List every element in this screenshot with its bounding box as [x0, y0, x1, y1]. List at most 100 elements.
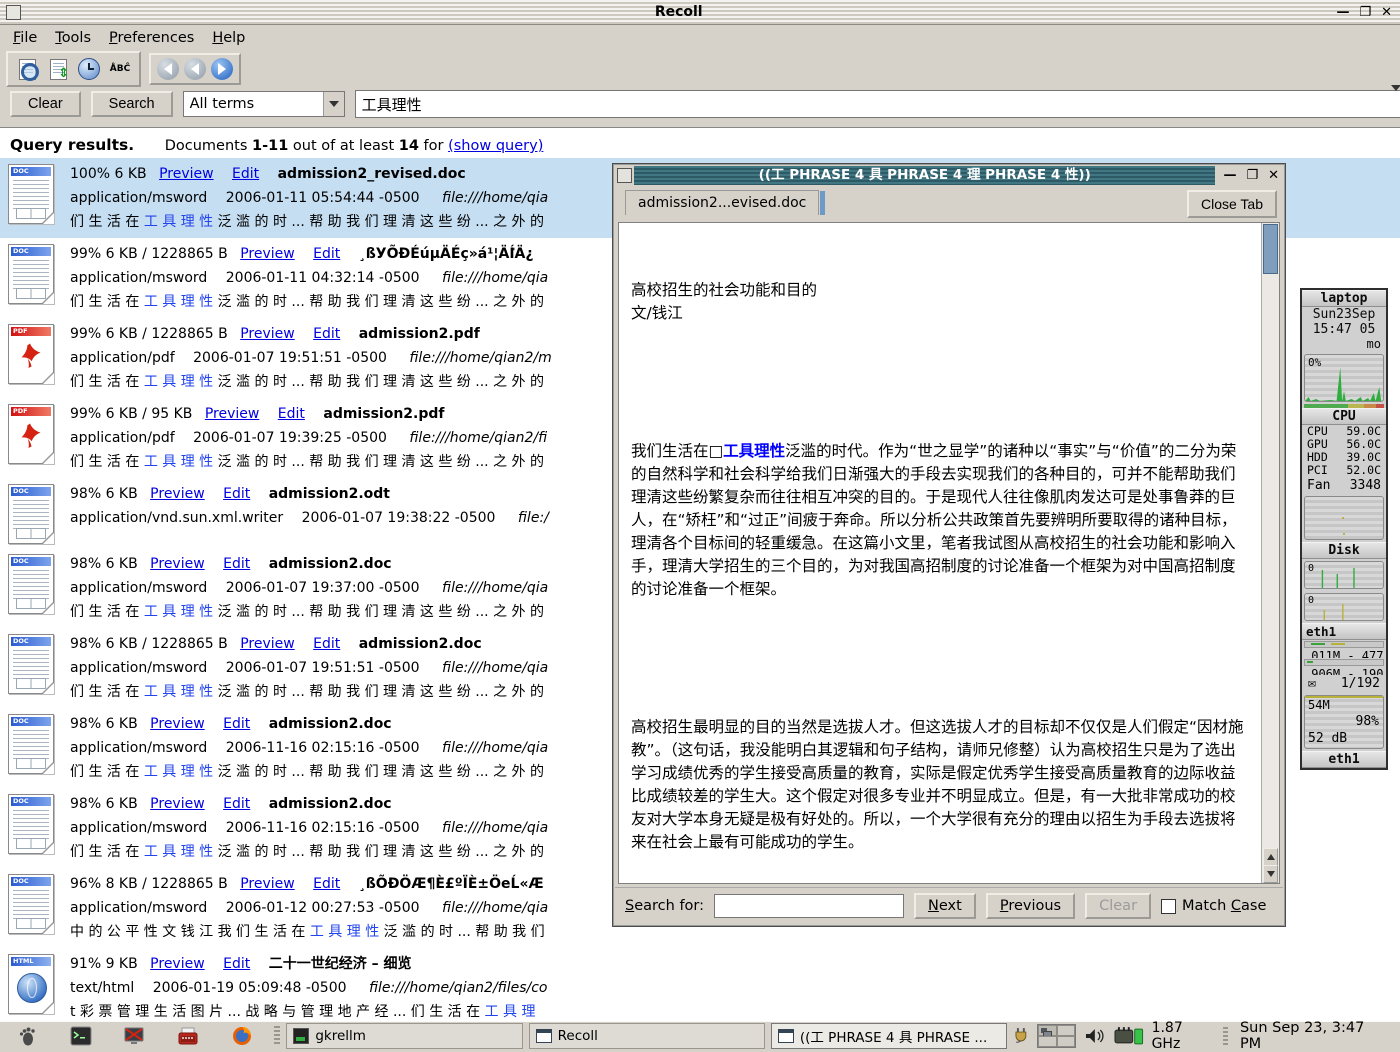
preview-link[interactable]: Preview — [150, 796, 205, 812]
edit-link[interactable]: Edit — [278, 406, 305, 422]
preview-link[interactable]: Preview — [240, 876, 295, 892]
gkrellm-time: 15:47 05 — [1302, 322, 1386, 337]
disk-section-label[interactable]: Disk — [1302, 542, 1386, 559]
eth1-footer-label[interactable]: eth1 — [1302, 751, 1386, 768]
taskbar-button-recoll[interactable]: Recoll — [529, 1023, 765, 1049]
clock[interactable]: Sun Sep 23, 3:47 PM — [1236, 1020, 1394, 1052]
result-mimetype: application/msword — [70, 660, 207, 676]
power-plug-icon[interactable] — [1013, 1026, 1029, 1046]
result-row[interactable]: HTML 91% 9 KB Preview Edit 二十一世纪经济 – 细览 … — [0, 948, 1400, 1023]
find-clear-button[interactable]: Clear — [1085, 893, 1151, 919]
panel-drag-handle[interactable] — [274, 1026, 280, 1046]
workspace-pager[interactable] — [1037, 1024, 1076, 1048]
minimize-button[interactable]: — — [1336, 6, 1349, 19]
search-button[interactable]: Search — [91, 91, 173, 117]
preview-find-bar: Search for: Next Previous Clear Match Ca… — [615, 887, 1283, 924]
preview-link[interactable]: Preview — [150, 956, 205, 972]
preview-link[interactable]: Preview — [240, 636, 295, 652]
menu-tools[interactable]: Tools — [48, 28, 98, 48]
firefox-icon[interactable] — [229, 1024, 255, 1048]
preview-tab[interactable]: admission2...evised.doc — [625, 190, 819, 215]
volume-icon[interactable] — [1084, 1027, 1106, 1045]
eth1-section-label[interactable]: eth1 — [1302, 623, 1386, 640]
preview-window-menu-icon[interactable] — [617, 168, 632, 183]
close-tab-button[interactable]: Close Tab — [1187, 190, 1277, 218]
preview-link[interactable]: Preview — [240, 326, 295, 342]
search-icon — [21, 63, 39, 81]
preview-close-button[interactable]: ✕ — [1268, 169, 1279, 182]
wireless-panel[interactable]: 54M 98% 52 dB — [1304, 695, 1384, 749]
window-menu-icon[interactable] — [6, 5, 21, 20]
match-case-option[interactable]: Match Case — [1161, 898, 1266, 914]
file-type-icon: DOC — [8, 164, 54, 224]
find-next-button[interactable]: Next — [914, 893, 976, 919]
disk-chart-1[interactable]: 0 — [1304, 561, 1384, 589]
close-button[interactable]: ✕ — [1381, 6, 1392, 19]
edit-link[interactable]: Edit — [313, 636, 340, 652]
taskbar-button-preview[interactable]: ((工 PHRASE 4 具 PHRASE ... — [771, 1023, 1007, 1049]
edit-link[interactable]: Edit — [223, 486, 250, 502]
query-input[interactable] — [356, 91, 1391, 117]
prev-page-button[interactable] — [184, 58, 206, 80]
search-mode-select[interactable]: All terms — [183, 91, 345, 117]
clear-search-icon[interactable] — [14, 56, 40, 82]
menu-file[interactable]: File — [6, 28, 44, 48]
search-for-label: Search for: — [625, 898, 704, 914]
preview-window: ((工 PHRASE 4 具 PHRASE 4 理 PHRASE 4 性)) —… — [612, 163, 1286, 927]
next-page-button[interactable] — [211, 58, 233, 80]
preview-link[interactable]: Preview — [150, 716, 205, 732]
preview-link[interactable]: Preview — [205, 406, 260, 422]
typewriter-editor-icon[interactable] — [175, 1024, 201, 1048]
search-row: Clear Search All terms — [0, 88, 1400, 120]
fan-chart[interactable] — [1304, 496, 1384, 540]
term-explorer-icon[interactable]: ÅBĈ — [107, 56, 133, 82]
find-previous-button[interactable]: Previous — [986, 893, 1075, 919]
cpufreq-battery-icon[interactable] — [1114, 1027, 1144, 1045]
find-input[interactable] — [714, 894, 904, 918]
taskbar-button-gkrellm[interactable]: gkrellm — [286, 1023, 522, 1049]
edit-link[interactable]: Edit — [313, 876, 340, 892]
result-relevance-size: 98% 6 KB — [70, 716, 138, 732]
preview-link[interactable]: Preview — [150, 486, 205, 502]
show-query-link[interactable]: (show query) — [448, 138, 543, 154]
disk-chart-2[interactable]: 0 — [1304, 593, 1384, 621]
lock-screen-icon[interactable] — [121, 1024, 147, 1048]
edit-link[interactable]: Edit — [223, 556, 250, 572]
mail-monitor[interactable]: ✉ 1/192 — [1302, 675, 1386, 693]
query-history-arrow-icon[interactable] — [1391, 91, 1400, 117]
edit-link[interactable]: Edit — [232, 166, 259, 182]
preview-link[interactable]: Preview — [150, 556, 205, 572]
sort-by-date-icon[interactable]: ⇕ — [45, 56, 71, 82]
history-icon[interactable] — [76, 56, 102, 82]
edit-link[interactable]: Edit — [313, 326, 340, 342]
edit-link[interactable]: Edit — [313, 246, 340, 262]
preview-link[interactable]: Preview — [159, 166, 214, 182]
match-case-checkbox[interactable] — [1161, 899, 1176, 914]
preview-minimize-button[interactable]: — — [1223, 169, 1236, 182]
scroll-up-button[interactable] — [1263, 848, 1278, 866]
highlighted-term: 工 具 理 性 — [144, 454, 213, 470]
terminal-icon[interactable] — [68, 1024, 94, 1048]
preview-link[interactable]: Preview — [240, 246, 295, 262]
edit-link[interactable]: Edit — [223, 956, 250, 972]
menu-preferences[interactable]: Preferences — [102, 28, 201, 48]
first-page-button[interactable] — [157, 58, 179, 80]
cpu-section-label[interactable]: CPU — [1302, 408, 1386, 425]
result-date: 2006-11-16 02:15:16 -0500 — [226, 820, 420, 836]
gkrellm-hostname[interactable]: laptop — [1302, 290, 1386, 307]
result-mimetype: application/msword — [70, 190, 207, 206]
result-mimetype: text/html — [70, 980, 134, 996]
result-date: 2006-01-07 19:39:25 -0500 — [193, 430, 387, 446]
gnome-foot-icon[interactable] — [14, 1024, 40, 1048]
menu-help[interactable]: Help — [205, 28, 252, 48]
preview-scrollbar[interactable] — [1261, 223, 1279, 883]
edit-link[interactable]: Edit — [223, 716, 250, 732]
edit-link[interactable]: Edit — [223, 796, 250, 812]
preview-document-text[interactable]: 高校招生的社会功能和目的 文/钱江 我们生活在□工具理性泛滥的时代。作为“世之显… — [618, 222, 1280, 884]
preview-maximize-button[interactable]: ❐ — [1246, 169, 1258, 182]
maximize-button[interactable]: ❐ — [1359, 6, 1371, 19]
clear-button[interactable]: Clear — [10, 91, 81, 117]
scroll-down-button[interactable] — [1263, 865, 1278, 883]
scrollbar-thumb[interactable] — [1263, 224, 1278, 274]
cpu-chart[interactable]: 0% — [1304, 354, 1384, 402]
